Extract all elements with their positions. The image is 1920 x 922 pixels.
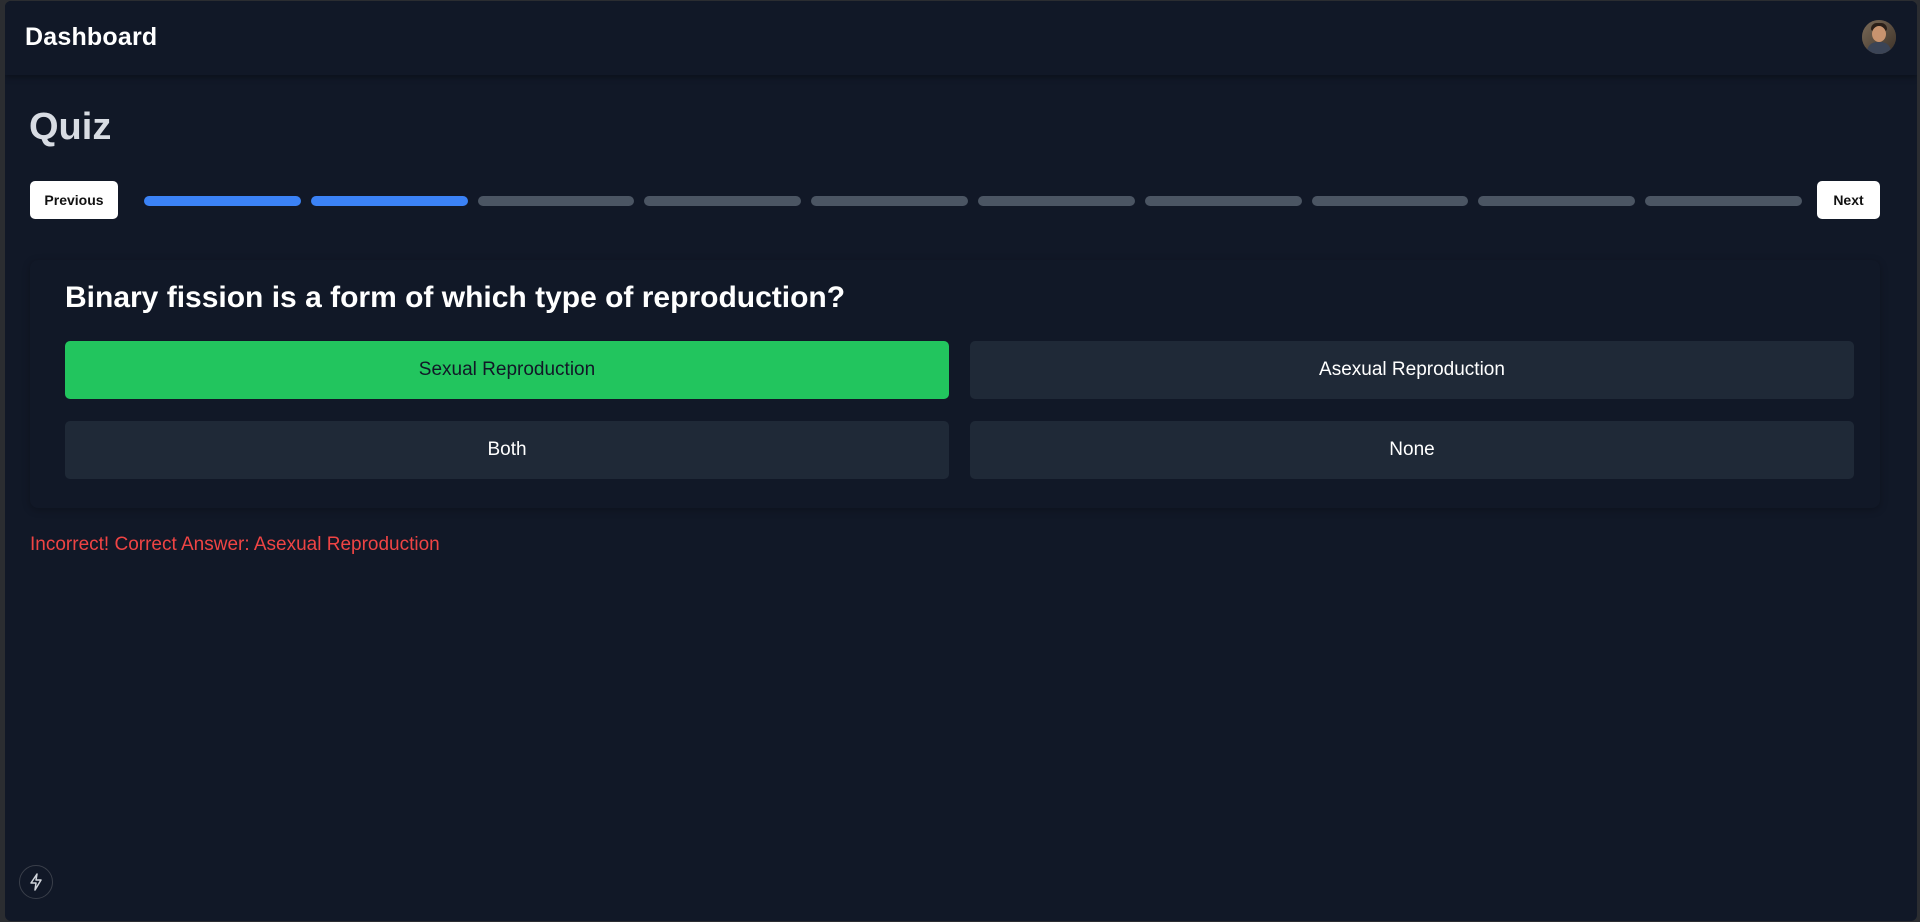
answer-option-sexual-reproduction[interactable]: Sexual Reproduction <box>65 341 949 399</box>
previous-button[interactable]: Previous <box>30 181 118 219</box>
answer-feedback: Incorrect! Correct Answer: Asexual Repro… <box>30 534 440 555</box>
progress-segment <box>310 196 468 206</box>
next-button[interactable]: Next <box>1817 181 1880 219</box>
lightning-bolt-button[interactable] <box>19 865 53 899</box>
progress-segment <box>644 196 802 206</box>
top-navbar: Dashboard <box>5 1 1917 75</box>
progress-segment <box>477 196 635 206</box>
progress-segment <box>1311 196 1469 206</box>
progress-segment <box>977 196 1135 206</box>
progress-segment <box>144 196 301 206</box>
question-text: Binary fission is a form of which type o… <box>65 281 846 314</box>
quiz-progress-bar <box>144 196 1802 206</box>
progress-segment <box>811 196 968 206</box>
app-title[interactable]: Dashboard <box>25 23 157 52</box>
progress-segment <box>1144 196 1302 206</box>
page-title: Quiz <box>29 106 112 148</box>
answer-option-both[interactable]: Both <box>65 421 949 479</box>
user-avatar[interactable] <box>1862 20 1896 54</box>
lightning-bolt-icon <box>30 873 42 891</box>
answer-option-asexual-reproduction[interactable]: Asexual Reproduction <box>970 341 1854 399</box>
answer-option-none[interactable]: None <box>970 421 1854 479</box>
progress-segment <box>1478 196 1636 206</box>
progress-segment <box>1645 196 1802 206</box>
